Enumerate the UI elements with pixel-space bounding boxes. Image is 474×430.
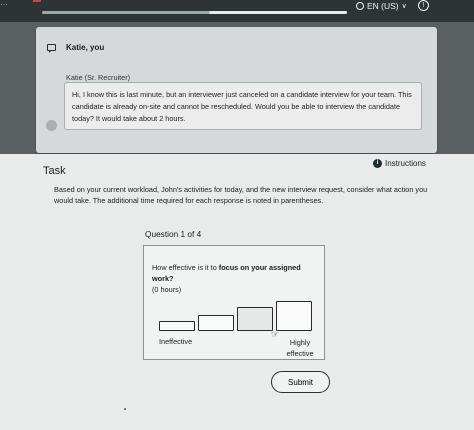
avatar xyxy=(46,120,57,131)
scale-option-4[interactable] xyxy=(276,301,312,331)
chat-bubble-icon xyxy=(47,44,56,53)
chat-card: Katie, you Katie (Sr. Recruiter) Hi, I k… xyxy=(36,27,437,153)
progress-bar xyxy=(42,11,347,14)
hand-cursor-icon: ☞ xyxy=(271,329,280,339)
instructions-label: Instructions xyxy=(385,159,426,168)
task-description: Based on your current workload, John's a… xyxy=(54,185,428,205)
chevron-down-icon: ∨ xyxy=(401,3,407,10)
question-card: How effective is it to focus on your ass… xyxy=(143,245,325,360)
language-selector[interactable]: EN (US) ∨ xyxy=(356,0,407,12)
scale-option-1[interactable] xyxy=(159,321,195,331)
task-title: Task xyxy=(43,165,66,177)
info-icon: i xyxy=(373,159,382,168)
instructions-button[interactable]: i Instructions xyxy=(373,159,426,168)
chat-message-text: Hi, I know this is last minute, but an i… xyxy=(72,90,412,123)
submit-button[interactable]: Submit xyxy=(271,371,330,393)
question-counter: Question 1 of 4 xyxy=(145,229,202,239)
globe-icon xyxy=(356,2,364,10)
scale-high-label: Highly effective xyxy=(286,338,314,358)
scale-option-3[interactable] xyxy=(237,307,273,331)
scale-option-2[interactable] xyxy=(198,315,234,331)
chat-message-bubble: Hi, I know this is last minute, but an i… xyxy=(64,82,422,130)
help-icon[interactable]: ! xyxy=(418,0,429,11)
language-label: EN (US) xyxy=(367,1,399,11)
chat-title: Katie, you xyxy=(66,43,105,52)
chat-sender: Katie (Sr. Recruiter) xyxy=(66,73,131,82)
chat-area: Katie, you Katie (Sr. Recruiter) Hi, I k… xyxy=(0,22,474,154)
scale-low-label: Ineffective xyxy=(159,337,193,346)
question-prompt: How effective is it to focus on your ass… xyxy=(152,263,301,294)
